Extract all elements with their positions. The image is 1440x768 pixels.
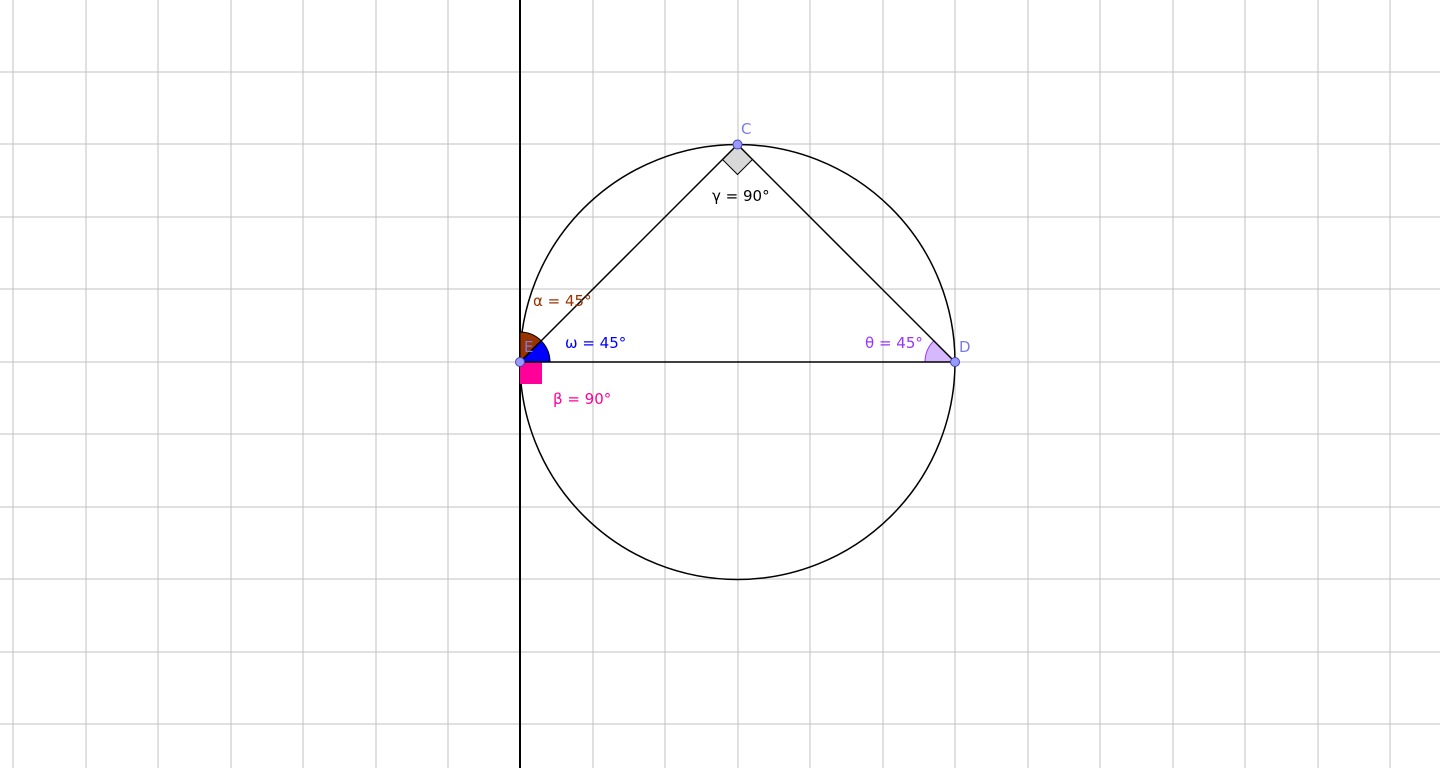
alpha-label: α = 45° bbox=[533, 292, 592, 310]
grid bbox=[0, 0, 1440, 768]
point-E[interactable] bbox=[515, 357, 525, 367]
beta-label: β = 90° bbox=[553, 390, 611, 408]
segment-EC[interactable] bbox=[519, 143, 739, 363]
omega-label: ω = 45° bbox=[565, 334, 626, 352]
segment-CD[interactable] bbox=[736, 143, 956, 363]
gamma-label: γ = 90° bbox=[712, 187, 770, 205]
theta-angle-marker[interactable] bbox=[924, 340, 957, 363]
geometry-canvas[interactable]: C D E α = 45° ω = 45° β = 90° θ = 45° γ … bbox=[0, 0, 1440, 768]
point-label-E: E bbox=[524, 338, 533, 356]
point-label-D: D bbox=[959, 338, 971, 356]
point-C[interactable] bbox=[732, 139, 743, 150]
point-D[interactable] bbox=[950, 357, 960, 367]
point-label-C: C bbox=[741, 120, 751, 138]
theta-label: θ = 45° bbox=[865, 334, 923, 352]
